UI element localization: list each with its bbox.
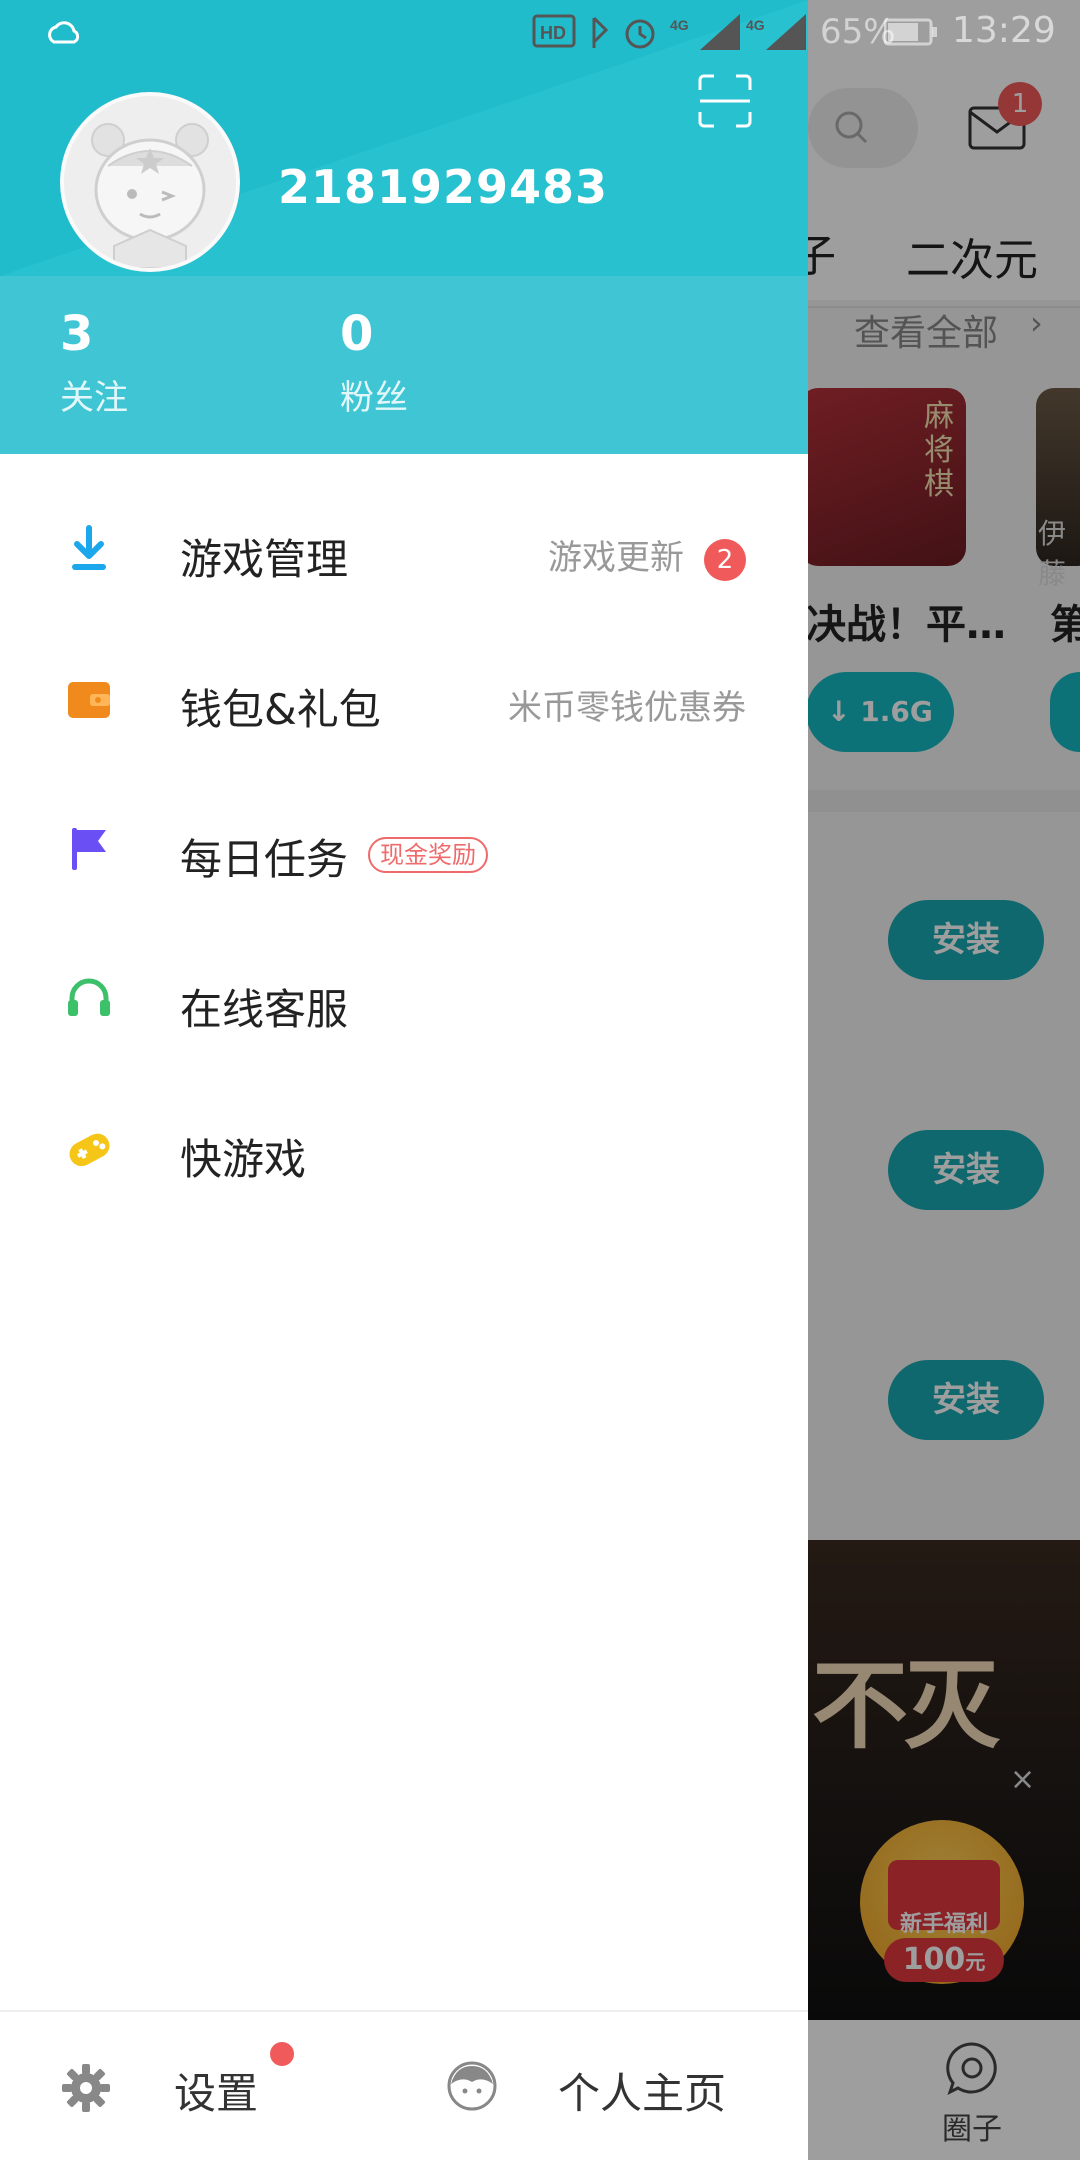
battery-icon	[884, 18, 937, 46]
update-count-badge: 2	[704, 538, 746, 581]
menu-right-info: 游戏更新 2	[548, 530, 746, 581]
settings-button[interactable]: 设置	[174, 2060, 258, 2121]
menu-item-wallet[interactable]: 钱包&礼包 米币零钱优惠券	[0, 626, 808, 776]
svg-text:4G: 4G	[670, 17, 689, 33]
svg-text:HD: HD	[540, 23, 566, 43]
profile-page-button[interactable]: 个人主页	[558, 2060, 726, 2121]
scan-icon[interactable]	[698, 74, 752, 128]
menu-label: 游戏管理	[180, 535, 349, 584]
follow-count: 3	[60, 306, 94, 362]
status-time: 13:29	[952, 10, 1056, 51]
menu-label: 在线客服	[180, 985, 349, 1034]
fans-label: 粉丝	[340, 378, 408, 418]
flag-icon	[72, 828, 106, 870]
wallet-icon	[68, 682, 110, 718]
gear-icon[interactable]	[60, 2062, 112, 2114]
menu-label: 快游戏	[180, 1135, 307, 1184]
drawer-footer: 设置 个人主页	[0, 2010, 808, 2160]
follow-label: 关注	[60, 378, 128, 418]
cash-reward-tag: 现金奖励	[368, 837, 488, 873]
avatar-mascot-icon	[64, 96, 236, 268]
download-icon	[72, 525, 106, 570]
fans-stat[interactable]: 0 粉丝	[340, 306, 408, 419]
svg-text:4G: 4G	[746, 17, 765, 33]
follow-stat[interactable]: 3 关注	[60, 306, 128, 419]
cloud-icon	[48, 21, 80, 44]
profile-face-icon[interactable]	[446, 2060, 498, 2112]
menu-item-quick-games[interactable]: 快游戏	[0, 1076, 808, 1226]
settings-notification-dot	[270, 2042, 294, 2066]
menu-item-game-management[interactable]: 游戏管理 游戏更新 2	[0, 476, 808, 626]
username: 2181929483	[278, 160, 609, 214]
avatar[interactable]	[60, 92, 240, 272]
fans-count: 0	[340, 306, 374, 362]
status-bar: HD 4G 4G 65% 13:29	[0, 0, 1080, 64]
menu-item-customer-service[interactable]: 在线客服	[0, 926, 808, 1076]
menu-label: 每日任务	[180, 835, 349, 884]
menu-label: 钱包&礼包	[180, 685, 381, 734]
navigation-drawer: 2181929483 3 关注 0 粉丝 游戏管理 游戏更新 2 钱包&礼包 米币…	[0, 0, 808, 2160]
headset-icon	[68, 978, 110, 1016]
wallet-subtitle: 米币零钱优惠券	[508, 688, 746, 728]
game-update-text: 游戏更新	[548, 538, 684, 578]
status-icons: HD 4G 4G	[532, 14, 806, 50]
menu-item-daily-tasks[interactable]: 每日任务 现金奖励	[0, 776, 808, 926]
gamepad-icon	[69, 1133, 110, 1167]
